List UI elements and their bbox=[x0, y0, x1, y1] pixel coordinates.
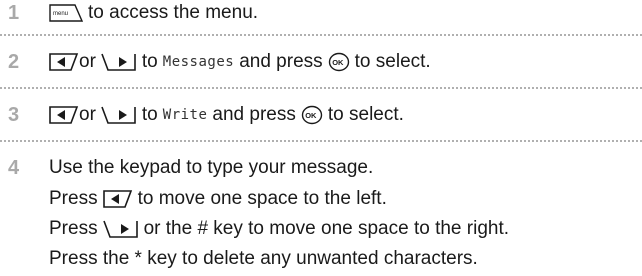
step-1-text: to access the menu. bbox=[88, 2, 259, 23]
left-navigation-key-icon bbox=[49, 106, 79, 124]
right-navigation-key-icon bbox=[101, 106, 136, 124]
step-4-line-3: Press or the # key to move one space to … bbox=[49, 218, 510, 239]
step-4-line-2: Press to move one space to the left. bbox=[49, 188, 387, 209]
and-press-text: and press bbox=[239, 51, 323, 72]
step-number: 3 bbox=[8, 104, 20, 126]
svg-text:menu: menu bbox=[53, 11, 68, 17]
to-text: to bbox=[141, 104, 158, 125]
menu-softkey-icon: menu bbox=[49, 4, 83, 22]
to-text: to bbox=[141, 51, 158, 72]
and-press-text: and press bbox=[212, 104, 296, 125]
or-text: or bbox=[79, 104, 96, 125]
menu-target-messages: Messages bbox=[162, 54, 235, 70]
svg-text:OK: OK bbox=[305, 111, 317, 120]
svg-text:OK: OK bbox=[332, 58, 344, 67]
step-number: 2 bbox=[8, 51, 20, 73]
ok-key-icon: OK bbox=[328, 52, 349, 72]
step-number: 1 bbox=[8, 2, 20, 24]
step-4-line-4: Press the * key to delete any unwanted c… bbox=[49, 248, 478, 269]
to-select-text: to select. bbox=[354, 51, 431, 72]
step-text: menu to access the menu. bbox=[49, 0, 258, 26]
right-navigation-key-icon bbox=[101, 53, 136, 71]
left-navigation-key-icon bbox=[102, 190, 132, 208]
divider bbox=[0, 87, 642, 89]
step-text: or to Write and press OK to select. bbox=[49, 102, 404, 128]
divider bbox=[0, 140, 642, 142]
left-navigation-key-icon bbox=[49, 53, 79, 71]
divider bbox=[0, 34, 642, 36]
right-navigation-key-icon bbox=[102, 220, 138, 238]
or-text: or bbox=[79, 51, 96, 72]
step-4-line-1: Use the keypad to type your message. bbox=[49, 157, 374, 178]
ok-key-icon: OK bbox=[301, 105, 323, 125]
step-text: or to Messages and press OK to select. bbox=[49, 49, 431, 75]
menu-target-write: Write bbox=[162, 107, 208, 123]
to-select-text: to select. bbox=[327, 104, 404, 125]
step-number: 4 bbox=[8, 157, 20, 179]
